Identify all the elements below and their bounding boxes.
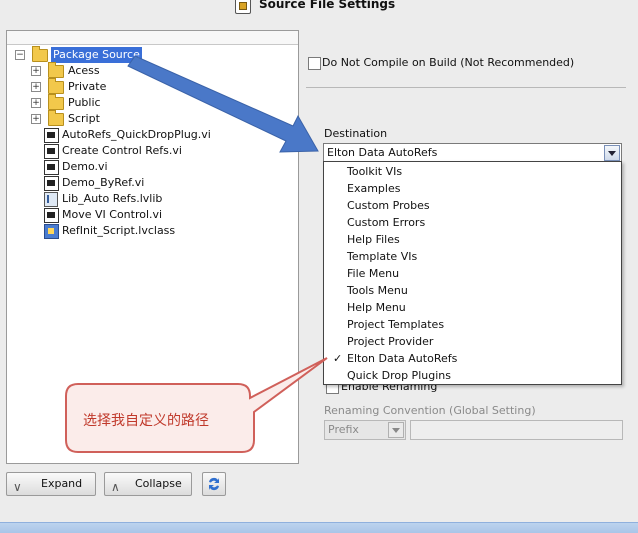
destination-select[interactable]: Elton Data AutoRefs (323, 143, 622, 163)
menu-item-custom-probes[interactable]: Custom Probes (324, 197, 621, 214)
expand-icon[interactable]: + (31, 114, 41, 124)
tree-item-label: Create Control Refs.vi (62, 144, 182, 157)
chevron-down-icon[interactable] (604, 145, 620, 161)
destination-label: Destination (324, 127, 388, 140)
folder-icon (48, 110, 64, 126)
menu-item-help-menu[interactable]: Help Menu (324, 299, 621, 316)
menu-item-file-menu[interactable]: File Menu (324, 265, 621, 282)
vi-icon (44, 144, 59, 159)
tree-item-label: Package Source (51, 47, 142, 63)
tree-item-label: Script (68, 112, 100, 125)
chevron-down-icon[interactable] (388, 422, 404, 438)
class-icon (44, 224, 59, 239)
renaming-convention-label: Renaming Convention (Global Setting) (324, 404, 536, 417)
page-title: Source File Settings (259, 0, 396, 11)
menu-item-project-provider[interactable]: Project Provider (324, 333, 621, 350)
menu-item-toolkit-vis[interactable]: Toolkit VIs (324, 163, 621, 180)
tree-item-label: Demo.vi (62, 160, 108, 173)
tree-item-label: Move VI Control.vi (62, 208, 163, 221)
collapse-button[interactable]: ∧ Collapse (104, 472, 192, 496)
vi-icon (44, 160, 59, 175)
library-icon (44, 192, 58, 207)
title-bar: Source File Settings (0, 0, 638, 14)
refresh-icon (209, 477, 219, 491)
tree-header-strip (7, 31, 298, 45)
menu-item-template-vis[interactable]: Template VIs (324, 248, 621, 265)
menu-item-project-templates[interactable]: Project Templates (324, 316, 621, 333)
callout-text: 选择我自定义的路径 (83, 413, 209, 429)
collapse-icon[interactable]: − (15, 50, 25, 60)
collapse-all-icon: ∧ (111, 480, 120, 494)
expand-icon[interactable]: + (31, 98, 41, 108)
folder-icon (48, 94, 64, 110)
renaming-convention-value: Prefix (328, 423, 359, 436)
tree-item-label: Acess (68, 64, 100, 77)
renaming-text-field[interactable] (410, 420, 623, 440)
menu-item-examples[interactable]: Examples (324, 180, 621, 197)
destination-menu[interactable]: Toolkit VIs Examples Custom Probes Custo… (323, 161, 622, 385)
destination-select-value: Elton Data AutoRefs (327, 146, 438, 159)
renaming-convention-select[interactable]: Prefix (324, 420, 406, 440)
menu-item-custom-errors[interactable]: Custom Errors (324, 214, 621, 231)
expand-button[interactable]: ∨ Expand (6, 472, 96, 496)
source-tree[interactable]: − Package Source + Acess + Private + Pub… (6, 30, 299, 464)
tree-item-label: RefInit_Script.lvclass (62, 224, 176, 237)
window-bottom-bar (0, 522, 638, 533)
checkmark-icon: ✓ (333, 352, 343, 365)
tree-item-label: Public (68, 96, 101, 109)
vi-icon (44, 176, 59, 191)
tree-item-label: Demo_ByRef.vi (62, 176, 145, 189)
expand-all-icon: ∨ (13, 480, 22, 494)
folder-icon (48, 62, 64, 78)
tree-item-label: AutoRefs_QuickDropPlug.vi (62, 128, 211, 141)
menu-item-help-files[interactable]: Help Files (324, 231, 621, 248)
expand-icon[interactable]: + (31, 82, 41, 92)
menu-item-elton-data-autorefs[interactable]: ✓ Elton Data AutoRefs (324, 350, 621, 367)
divider (306, 87, 626, 88)
vi-icon (44, 208, 59, 223)
do-not-compile-checkbox[interactable] (308, 57, 321, 70)
tree-item-label: Lib_Auto Refs.lvlib (62, 192, 163, 205)
source-settings-icon (235, 0, 251, 14)
folder-icon (48, 78, 64, 94)
do-not-compile-label: Do Not Compile on Build (Not Recommended… (322, 56, 575, 69)
menu-item-tools-menu[interactable]: Tools Menu (324, 282, 621, 299)
folder-icon (32, 46, 48, 62)
menu-item-quick-drop-plugins[interactable]: Quick Drop Plugins (324, 367, 621, 384)
tree-item-label: Private (68, 80, 107, 93)
expand-icon[interactable]: + (31, 66, 41, 76)
vi-icon (44, 128, 59, 143)
refresh-button[interactable] (202, 472, 226, 496)
